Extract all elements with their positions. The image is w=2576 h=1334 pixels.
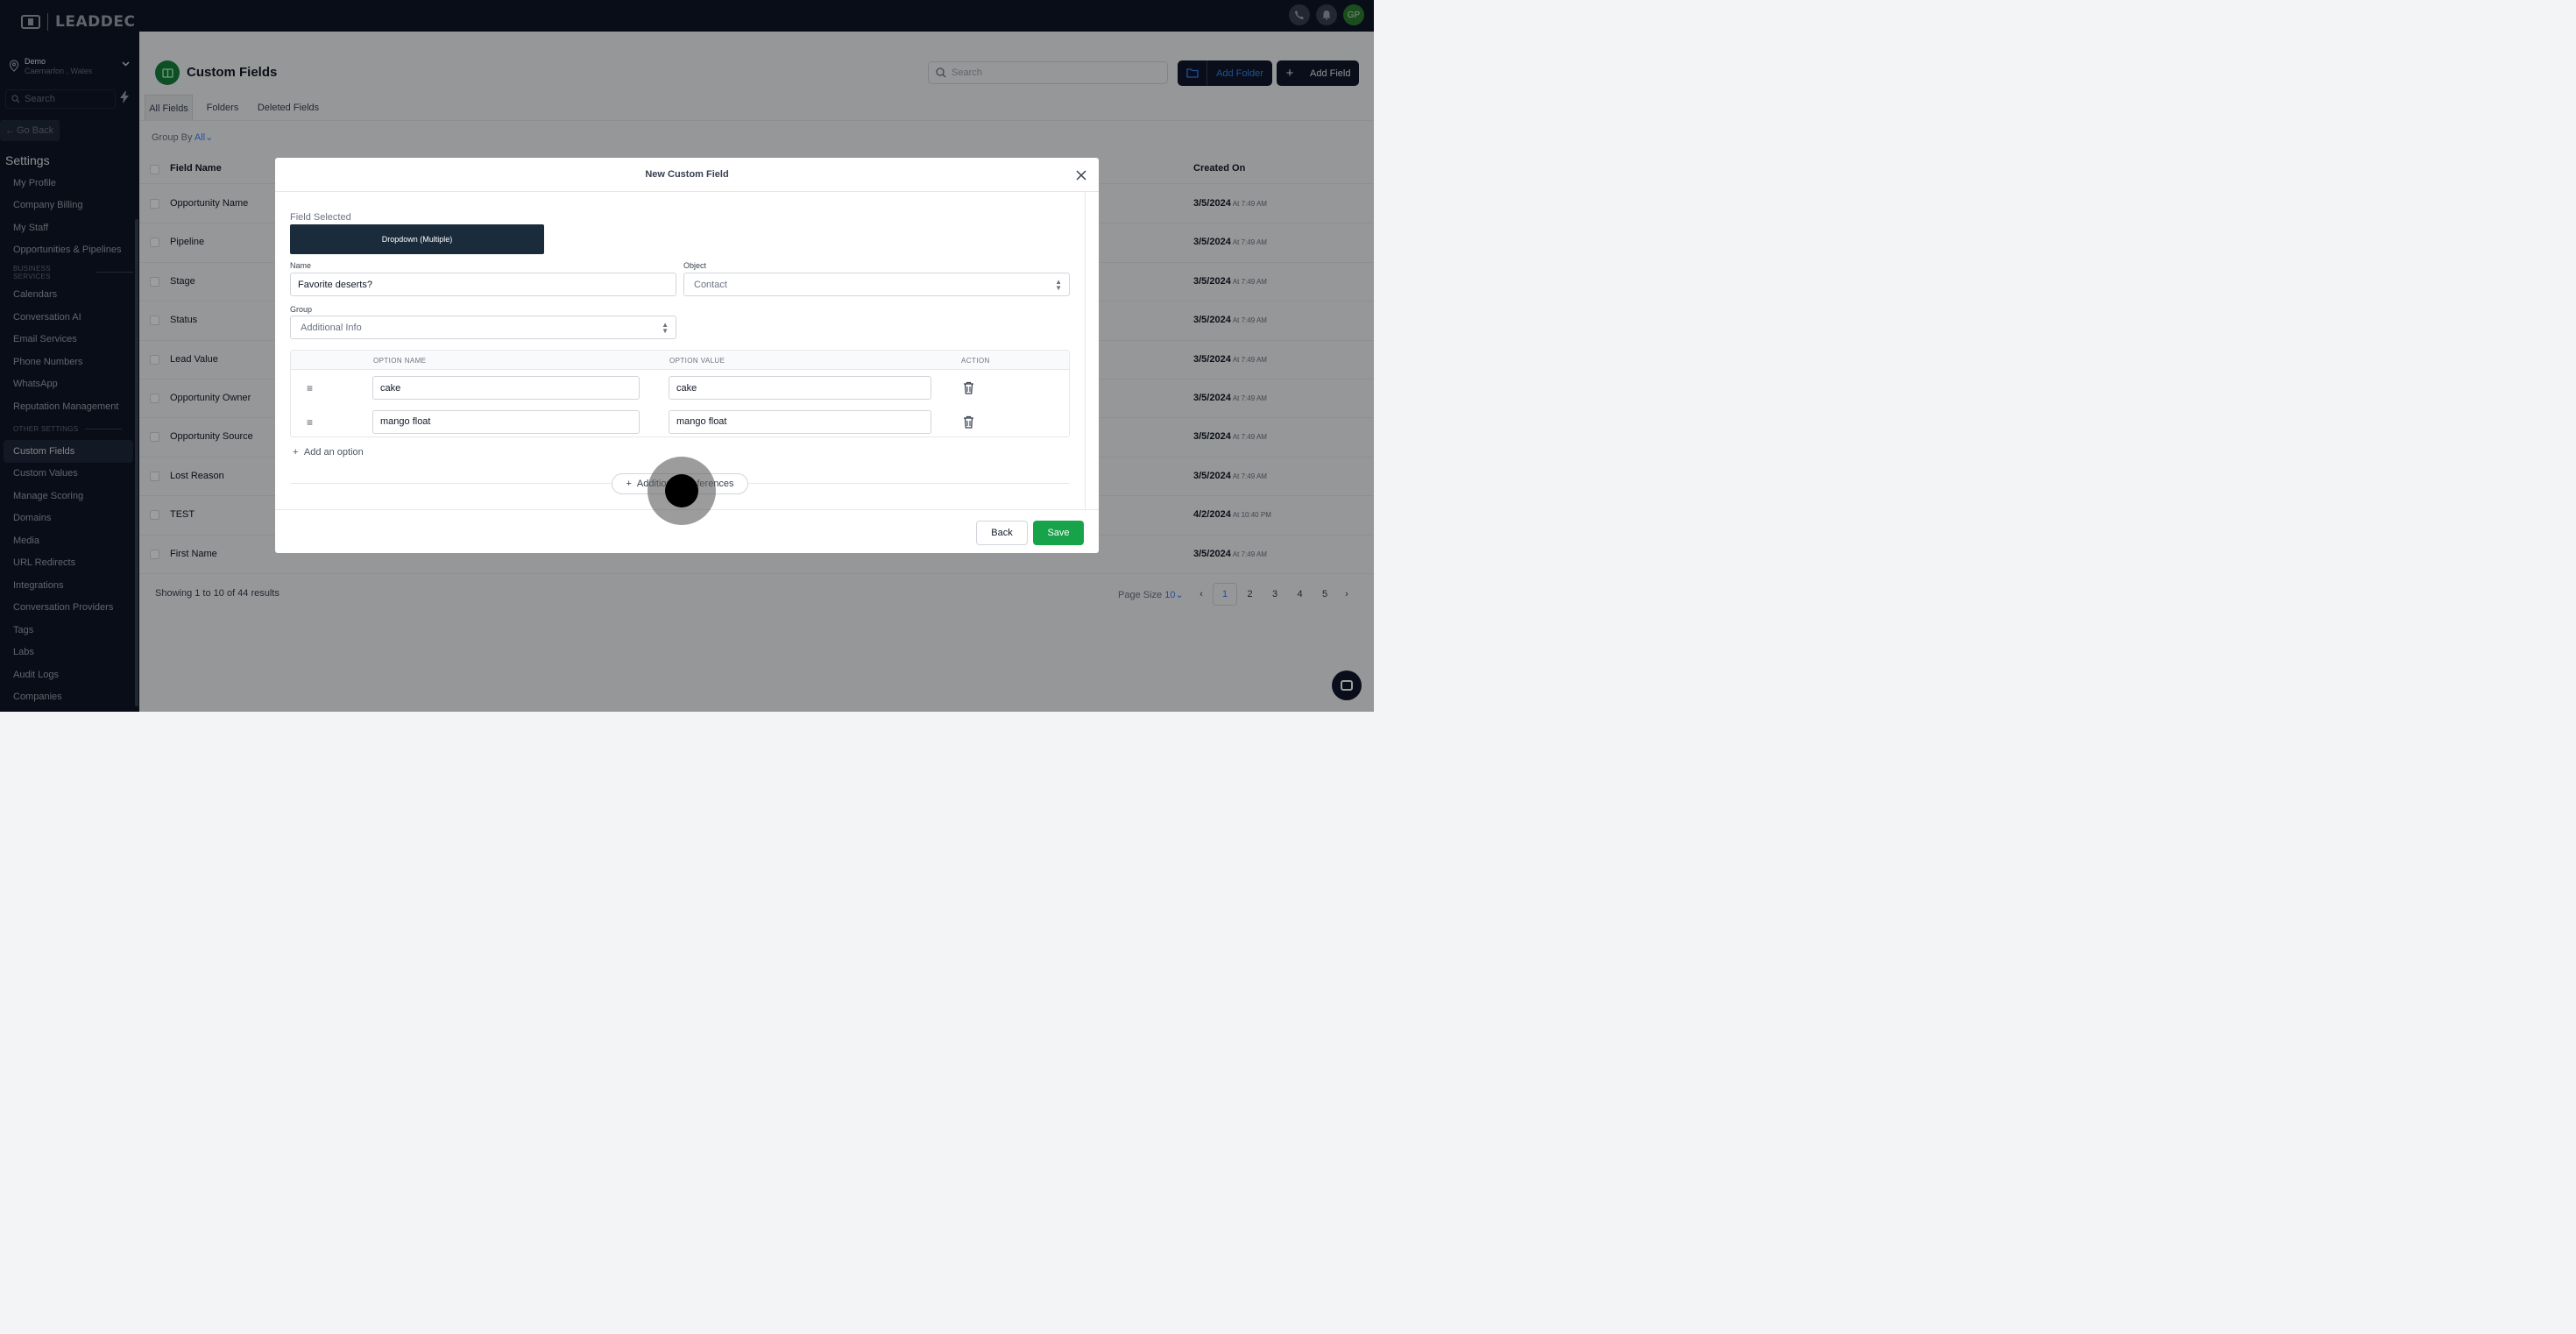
drag-handle-icon[interactable]: ≡ (307, 417, 317, 428)
back-button[interactable]: Back (976, 521, 1028, 545)
modal-header: New Custom Field (275, 158, 1099, 192)
updown-icon: ▲ ▼ (1055, 278, 1062, 292)
trash-icon[interactable] (963, 415, 975, 429)
name-label: Name (290, 261, 312, 270)
updown-icon: ▲ ▼ (662, 321, 669, 335)
plus-icon: + (293, 447, 299, 458)
option-value-field[interactable]: mango float (669, 409, 931, 434)
group-label: Group (290, 305, 313, 314)
trash-icon[interactable] (963, 381, 975, 394)
group-select[interactable]: Additional Info ▲ ▼ (290, 316, 676, 339)
options-table-header: OPTION NAME OPTION VALUE ACTION (291, 351, 1069, 370)
field-selected-label: Field Selected (290, 212, 351, 223)
object-select[interactable]: Contact ▲ ▼ (683, 273, 1070, 296)
modal-title: New Custom Field (645, 169, 729, 180)
modal-scrollbar[interactable] (1085, 192, 1086, 509)
column-option-value: OPTION VALUE (669, 357, 725, 365)
save-button[interactable]: Save (1033, 521, 1084, 545)
option-name-field[interactable]: cake (372, 376, 640, 400)
add-option-button[interactable]: + Add an option (293, 447, 364, 458)
drag-handle-icon[interactable]: ≡ (307, 383, 317, 394)
column-action: ACTION (961, 357, 990, 365)
column-option-name: OPTION NAME (373, 357, 427, 365)
name-field[interactable]: Favorite deserts? (290, 273, 676, 296)
options-table: OPTION NAME OPTION VALUE ACTION ≡ cake cak… (290, 350, 1070, 437)
click-indicator-dot (665, 474, 698, 507)
field-type-card[interactable]: Dropdown (Multiple) (290, 224, 544, 254)
object-label: Object (683, 261, 707, 270)
plus-icon: + (626, 479, 632, 489)
close-icon[interactable] (1073, 167, 1089, 183)
option-name-field[interactable]: mango float (372, 409, 640, 434)
option-value-field[interactable]: cake (669, 376, 931, 400)
